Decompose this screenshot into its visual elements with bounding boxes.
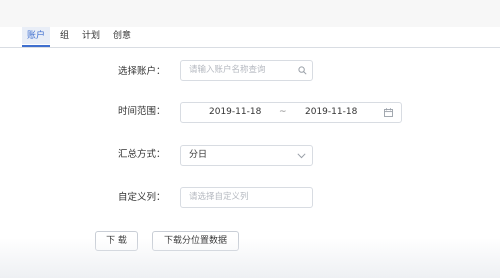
tab-bar: 账户 组 计划 创意: [0, 27, 500, 48]
tab-plan[interactable]: 计划: [82, 31, 100, 42]
summary-select[interactable]: 分日: [180, 145, 313, 166]
bottom-shadow: [0, 238, 500, 278]
date-range-picker[interactable]: 2019-11-18 ~ 2019-11-18: [180, 102, 402, 123]
tab-account[interactable]: 账户: [22, 27, 51, 47]
start-date[interactable]: 2019-11-18: [209, 107, 261, 118]
search-icon[interactable]: [298, 66, 307, 75]
end-date[interactable]: 2019-11-18: [305, 107, 357, 118]
time-range-label: 时间范围：: [118, 106, 166, 117]
account-search-placeholder: 请输入账户名称查询: [189, 65, 266, 75]
calendar-icon[interactable]: [384, 108, 393, 117]
account-search-input[interactable]: 请输入账户名称查询: [180, 60, 313, 81]
custom-columns-select[interactable]: 请选择自定义列: [180, 187, 313, 208]
account-label: 选择账户：: [118, 66, 166, 77]
date-separator: ~: [279, 107, 287, 117]
custom-columns-placeholder: 请选择自定义列: [189, 192, 249, 202]
top-bar: [0, 0, 500, 27]
custom-columns-label: 自定义列：: [118, 192, 166, 203]
summary-label: 汇总方式：: [118, 149, 166, 160]
chevron-down-icon[interactable]: [297, 153, 306, 159]
summary-selected-value: 分日: [189, 150, 208, 160]
tab-creative[interactable]: 创意: [113, 31, 131, 42]
tab-group[interactable]: 组: [60, 31, 69, 42]
